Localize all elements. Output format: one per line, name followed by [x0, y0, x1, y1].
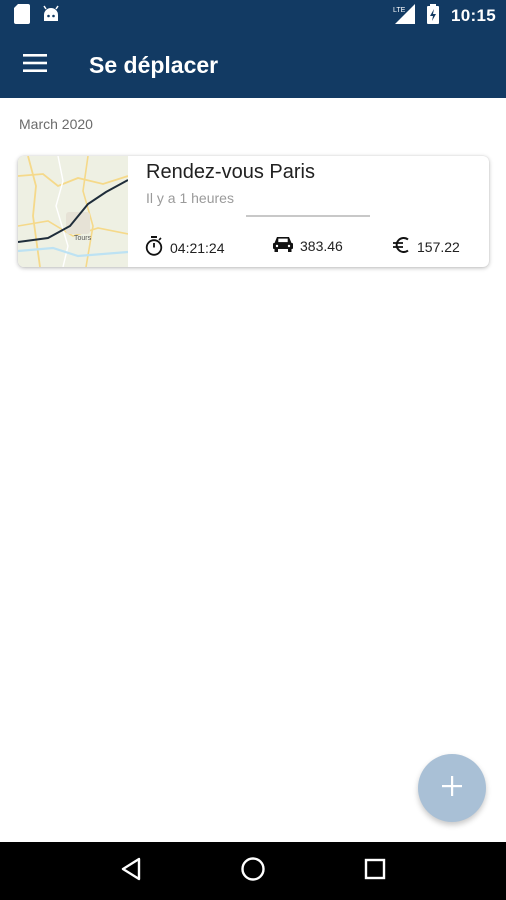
recents-icon — [364, 858, 386, 884]
android-icon — [42, 5, 60, 27]
trip-cost: 157.22 — [392, 236, 460, 257]
status-right: LTE 10:15 — [393, 4, 496, 28]
trip-duration-value: 04:21:24 — [170, 239, 225, 256]
timer-icon — [145, 236, 163, 259]
recents-button[interactable] — [351, 847, 399, 895]
trip-distance: 383.46 — [273, 236, 343, 255]
home-button[interactable] — [229, 847, 277, 895]
system-nav-bar — [0, 842, 506, 900]
sd-card-icon — [14, 4, 30, 28]
back-icon — [120, 857, 142, 885]
network-label: LTE — [393, 7, 406, 14]
trip-cost-value: 157.22 — [417, 238, 460, 255]
menu-button[interactable] — [0, 32, 70, 98]
menu-icon — [23, 54, 47, 76]
status-left — [14, 4, 60, 28]
trip-card[interactable]: Tours Rendez-vous Paris Il y a 1 heures … — [18, 156, 489, 267]
home-icon — [240, 856, 266, 886]
trip-map-thumbnail: Tours — [18, 156, 129, 267]
lte-signal-icon: LTE — [393, 4, 416, 28]
add-trip-button[interactable] — [418, 754, 486, 822]
trip-subtitle: Il y a 1 heures — [146, 190, 234, 206]
car-icon — [273, 236, 293, 255]
status-time: 10:15 — [451, 6, 496, 25]
app-bar: Se déplacer — [0, 32, 506, 98]
battery-charging-icon — [427, 4, 440, 28]
back-button[interactable] — [107, 847, 155, 895]
trip-title: Rendez-vous Paris — [146, 161, 315, 183]
map-city-label: Tours — [74, 235, 92, 242]
status-bar: LTE 10:15 — [0, 0, 506, 32]
page-title: Se déplacer — [89, 51, 219, 78]
section-header-month: March 2020 — [19, 116, 93, 132]
trip-duration: 04:21:24 — [145, 236, 225, 259]
plus-icon — [442, 776, 462, 800]
card-divider — [246, 215, 370, 217]
trip-distance-value: 383.46 — [300, 237, 343, 254]
euro-icon — [392, 236, 410, 257]
